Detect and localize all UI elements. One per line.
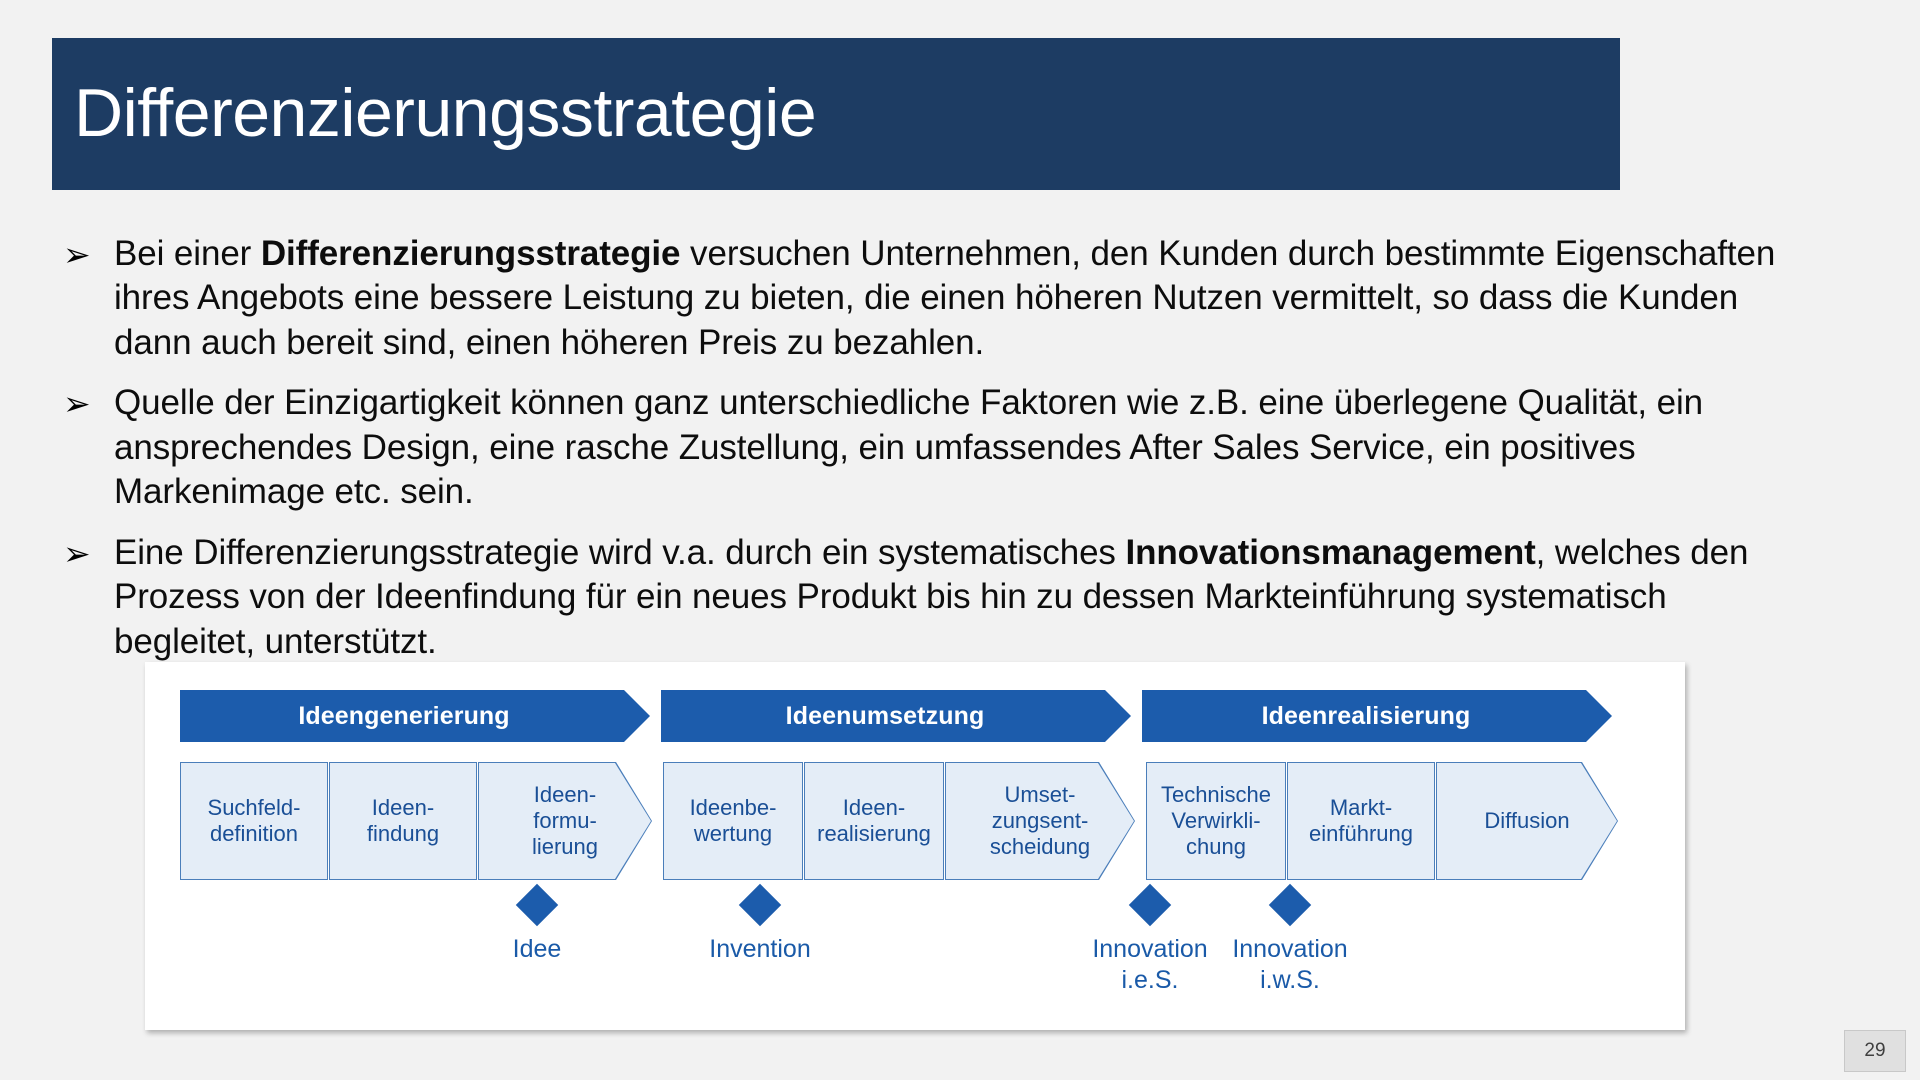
slide-title-bar: Differenzierungsstrategie <box>52 38 1620 190</box>
phase-label: Ideenrealisierung <box>1261 701 1471 730</box>
diamond-icon <box>1128 883 1172 927</box>
phase-arrow-row: Ideengenerierung Ideenumsetzung Ideenrea… <box>180 690 1650 742</box>
milestone-innovation-iws: Innovation i.w.S. <box>1190 883 1390 995</box>
step-label: Markt- einführung <box>1309 795 1413 846</box>
bullet-item-2: ➢ Quelle der Einzigartigkeit können ganz… <box>52 381 1862 514</box>
bullet-text-1: Bei einer Differenzierungsstrategie vers… <box>114 232 1804 365</box>
bullet-arrow-icon: ➢ <box>63 533 91 573</box>
step-ideenfindung: Ideen- findung <box>329 762 477 880</box>
bullet-item-3: ➢ Eine Differenzierungsstrategie wird v.… <box>52 531 1862 664</box>
diamond-icon <box>738 883 782 927</box>
slide-canvas: Differenzierungsstrategie ➢ Bei einer Di… <box>0 0 1920 1080</box>
phase-label: Ideengenerierung <box>298 701 510 730</box>
bullet-arrow-icon: ➢ <box>63 235 91 274</box>
phase-arrow-ideengenerierung: Ideengenerierung <box>180 690 650 742</box>
innovation-process-diagram: Ideengenerierung Ideenumsetzung Ideenrea… <box>145 662 1685 1030</box>
bullet-1-part-1: Bei einer <box>114 234 261 273</box>
step-suchfelddefinition: Suchfeld- definition <box>180 762 328 880</box>
step-markteinfuehrung: Markt- einführung <box>1287 762 1435 880</box>
diamond-icon <box>1268 883 1312 927</box>
step-label: Technische Verwirkli- chung <box>1160 782 1272 859</box>
milestone-label: Idee <box>512 935 562 963</box>
phase-arrow-ideenrealisierung: Ideenrealisierung <box>1142 690 1612 742</box>
bullet-2-part-1: Quelle der Einzigartigkeit können ganz u… <box>114 383 1703 512</box>
diamond-icon <box>515 883 559 927</box>
step-label: Ideen- findung <box>366 795 440 846</box>
step-group-3: Technische Verwirkli- chung Markt- einfü… <box>1146 762 1618 880</box>
process-step-row: Suchfeld- definition Ideen- findung Idee… <box>180 762 1650 880</box>
step-umsetzungsentscheidung: Umset- zungsent- scheidung <box>945 762 1135 880</box>
bullet-1-emphasis: Differenzierungsstrategie <box>260 234 681 273</box>
milestone-label: Invention <box>709 935 811 963</box>
step-label: Suchfeld- definition <box>207 795 301 846</box>
bullet-list: ➢ Bei einer Differenzierungsstrategie ve… <box>52 232 1862 680</box>
bullet-text-2: Quelle der Einzigartigkeit können ganz u… <box>114 381 1804 514</box>
milestone-invention: Invention <box>660 883 860 965</box>
step-label: Ideen- realisierung <box>817 795 931 846</box>
milestone-idee: Idee <box>437 883 637 965</box>
bullet-item-1: ➢ Bei einer Differenzierungsstrategie ve… <box>52 232 1862 365</box>
step-group-2: Ideenbe- wertung Ideen- realisierung Ums… <box>663 762 1135 880</box>
step-label: Ideenbe- wertung <box>689 795 777 846</box>
page-title: Differenzierungsstrategie <box>74 75 817 152</box>
step-diffusion: Diffusion <box>1436 762 1618 880</box>
bullet-arrow-icon: ➢ <box>63 384 91 424</box>
step-group-1: Suchfeld- definition Ideen- findung Idee… <box>180 762 652 880</box>
step-label: Diffusion <box>1484 808 1570 834</box>
phase-label: Ideenumsetzung <box>785 701 985 730</box>
milestone-label: Innovation i.w.S. <box>1232 935 1348 994</box>
bullet-3-emphasis: Innovationsmanagement <box>1125 532 1536 572</box>
step-ideenformulierung: Ideen- formu- lierung <box>478 762 652 880</box>
phase-arrow-ideenumsetzung: Ideenumsetzung <box>661 690 1131 742</box>
step-technische-verwirklichung: Technische Verwirkli- chung <box>1146 762 1286 880</box>
bullet-3-part-1: Eine Differenzierungsstrategie wird v.a.… <box>114 532 1126 572</box>
step-label: Ideen- formu- lierung <box>531 782 599 859</box>
bullet-text-3: Eine Differenzierungsstrategie wird v.a.… <box>114 531 1804 664</box>
step-label: Umset- zungsent- scheidung <box>989 782 1091 859</box>
step-ideenrealisierung: Ideen- realisierung <box>804 762 944 880</box>
step-ideenbewertung: Ideenbe- wertung <box>663 762 803 880</box>
slide-number-badge: 29 <box>1844 1030 1906 1072</box>
